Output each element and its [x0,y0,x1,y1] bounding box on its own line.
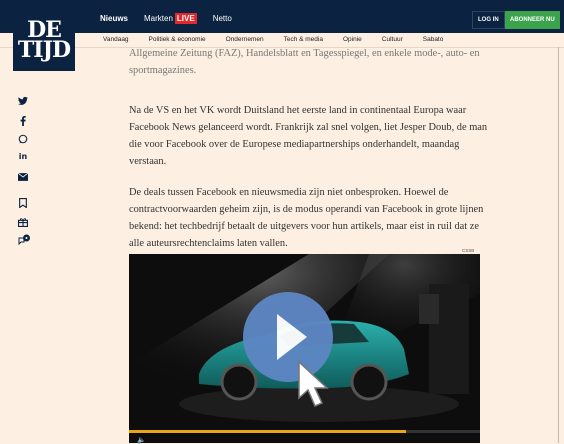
page-edge-line [558,47,559,443]
tab-ondernemen[interactable]: Ondernemen [226,36,264,43]
mouse-cursor-icon [298,360,329,407]
nav-item-markten-label: Markten [144,14,173,23]
article-paragraph-2: De deals tussen Facebook en nieuwsmedia … [129,187,484,249]
facebook-icon[interactable] [18,116,28,126]
section-tabs: Vandaag Politiek & economie Ondernemen T… [103,36,463,43]
gift-icon[interactable] [18,217,28,227]
linkedin-icon[interactable]: in [18,152,28,162]
bookmark-icon[interactable] [18,198,28,208]
site-logo[interactable]: DE TIJD [13,9,75,71]
tab-politiek-economie[interactable]: Politiek & economie [149,36,206,43]
tab-tech-media[interactable]: Tech & media [284,36,323,43]
tab-cultuur[interactable]: Cultuur [382,36,403,43]
comments-icon[interactable] [18,234,31,245]
article-paragraph-0: Allgemeine Zeitung (FAZ), Handelsblatt e… [129,48,480,76]
tab-vandaag[interactable]: Vandaag [103,36,129,43]
nav-item-nieuws[interactable]: Nieuws [100,14,128,23]
login-button[interactable]: LOG IN [472,11,505,29]
nav-item-markten[interactable]: Markten LIVE [144,13,197,24]
main-nav: Nieuws Markten LIVE Netto [100,13,232,24]
logo-line-2: TIJD [17,37,71,63]
whatsapp-icon[interactable] [18,134,28,144]
video-progress-fill [129,430,407,433]
twitter-icon[interactable] [18,96,28,106]
live-badge: LIVE [174,13,197,24]
nav-item-netto[interactable]: Netto [213,14,232,23]
tab-opinie[interactable]: Opinie [343,36,362,43]
mail-icon[interactable] [18,172,28,182]
subscribe-button[interactable]: ABONNEER NU [505,11,560,29]
article-paragraph-1: Na de VS en het VK wordt Duitsland het e… [129,105,488,167]
video-credit: CSSB [462,248,475,253]
tab-sabato[interactable]: Sabato [423,36,444,43]
